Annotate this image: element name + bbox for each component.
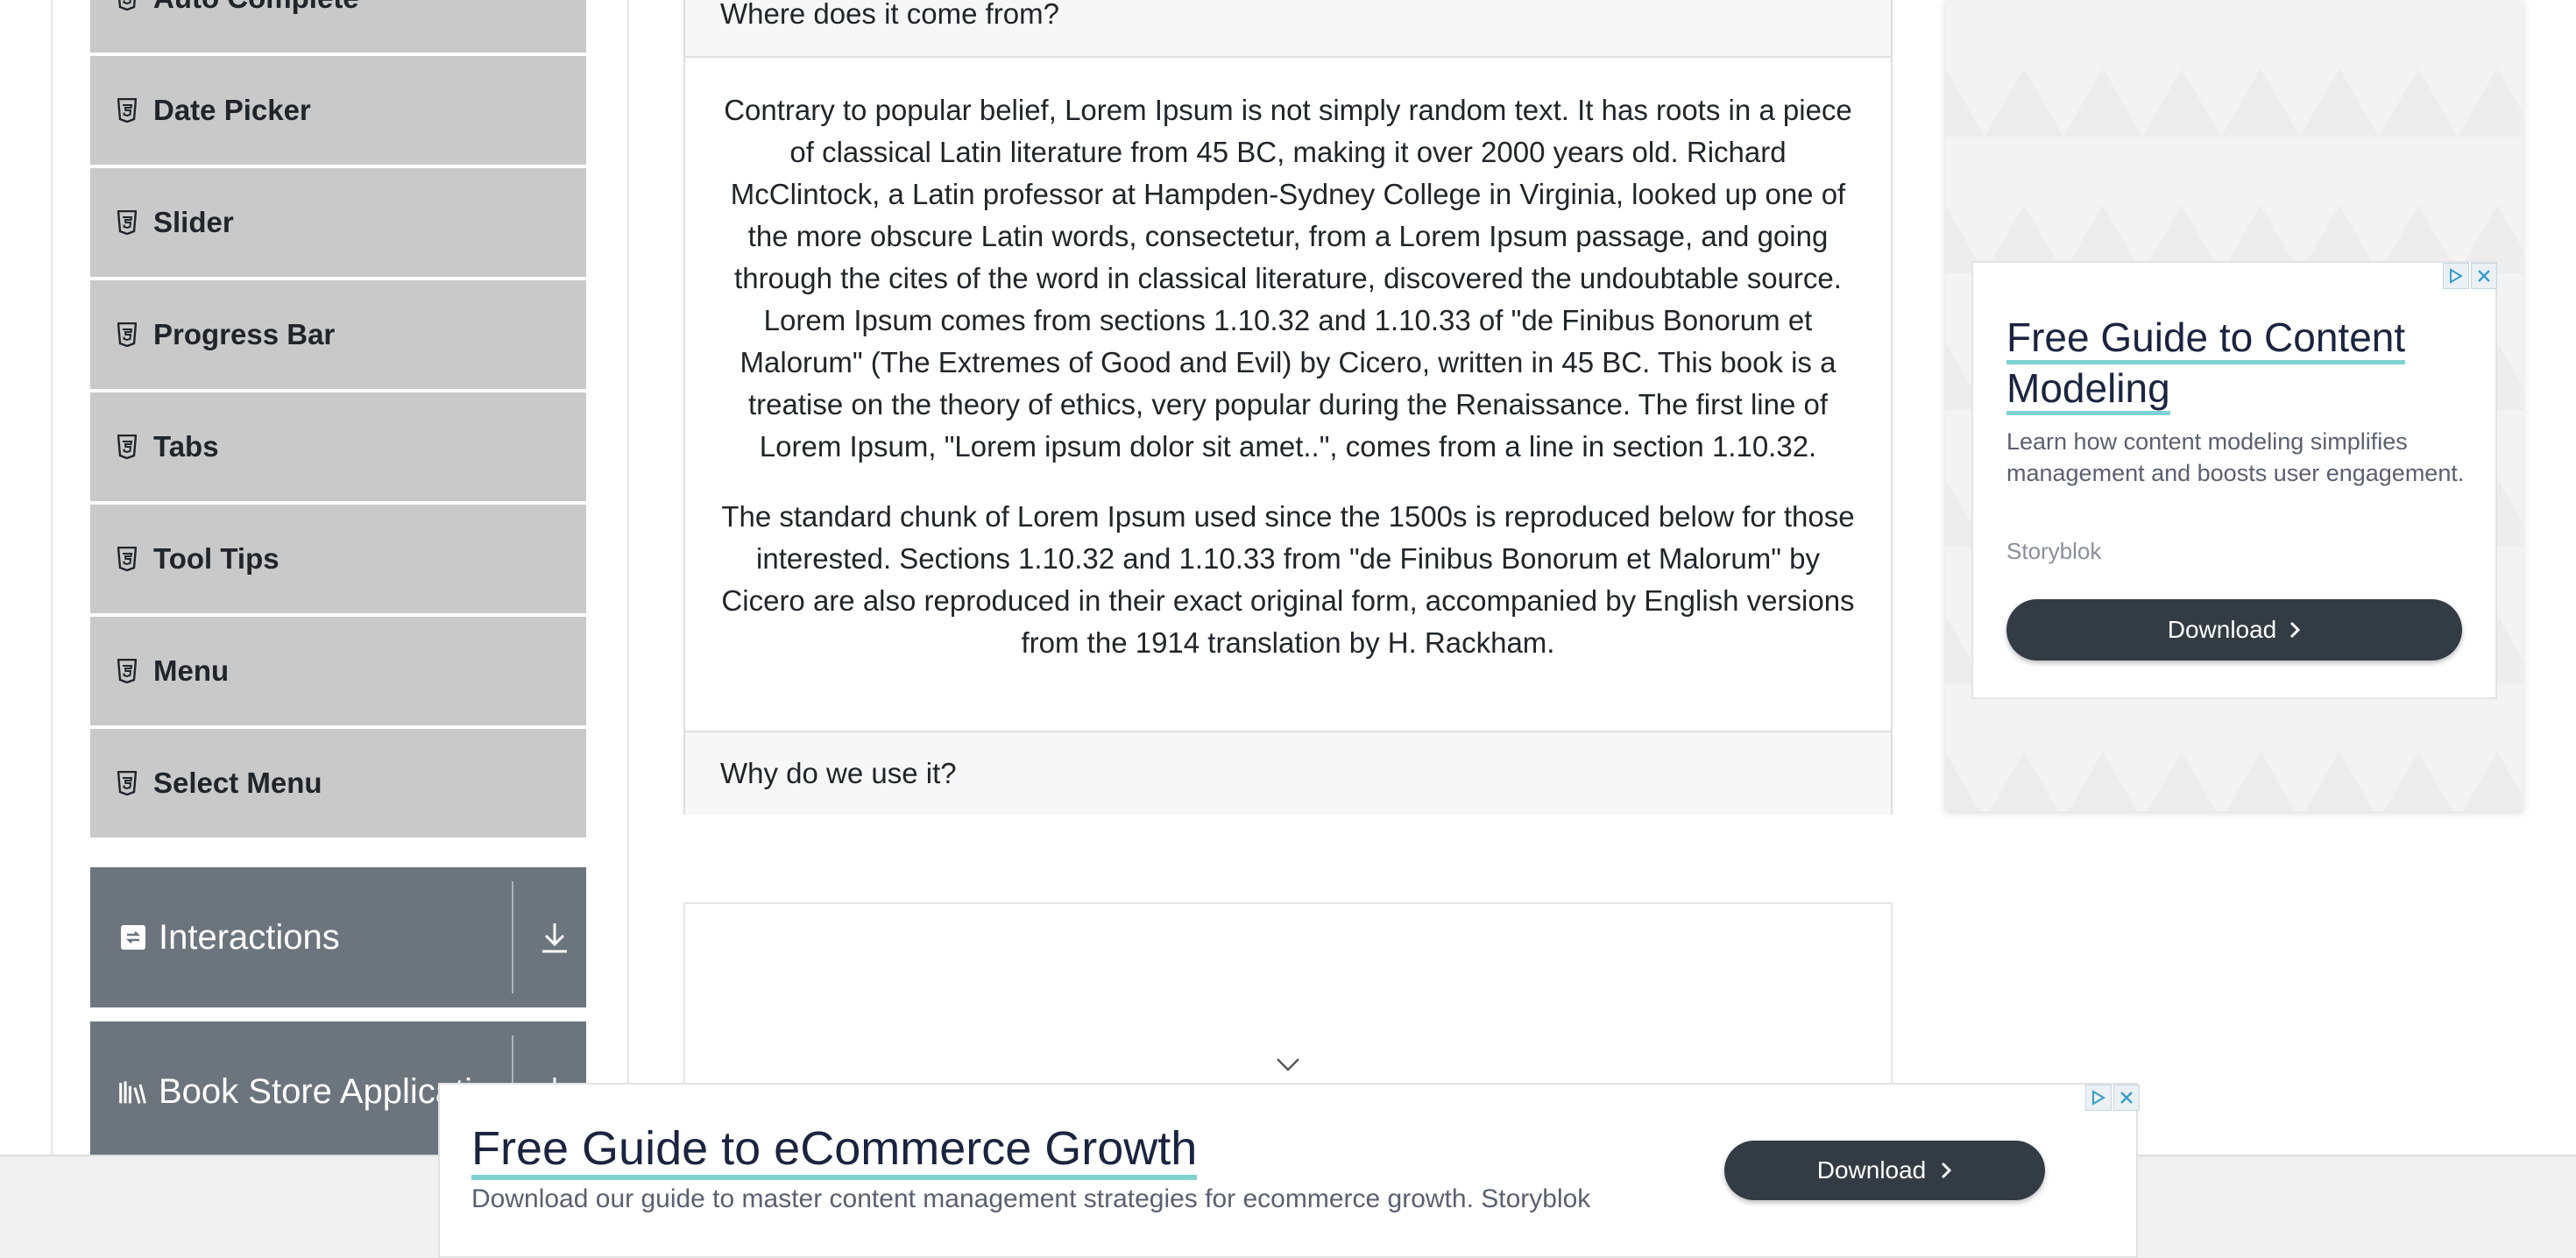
body-paragraph: The standard chunk of Lorem Ipsum used s…	[721, 500, 1855, 659]
html5-icon	[117, 770, 138, 796]
sidebar-item-label: Slider	[153, 206, 234, 238]
accordion-body: Contrary to popular belief, Lorem Ipsum …	[685, 58, 1891, 731]
html5-icon	[117, 97, 138, 124]
close-icon[interactable]	[2471, 263, 2497, 289]
sidebar-item-progress-bar[interactable]: Progress Bar	[90, 280, 586, 389]
sidebar-item-label: Select Menu	[153, 767, 322, 799]
ad-title[interactable]: Free Guide to Content Modeling	[2006, 312, 2462, 415]
group-separator	[512, 881, 513, 993]
sidebar-item-label: Date Picker	[153, 94, 311, 126]
adchoices-play-icon[interactable]	[2085, 1085, 2112, 1111]
html5-icon	[117, 434, 138, 460]
ad-download-button[interactable]: Download	[1724, 1141, 2045, 1200]
body-paragraph: Contrary to popular belief, Lorem Ipsum …	[724, 94, 1852, 463]
ad-right-card[interactable]: Free Guide to Content Modeling Learn how…	[1971, 261, 2497, 699]
adchoices[interactable]	[2441, 263, 2497, 289]
sidebar-item-label: Auto Complete	[153, 0, 359, 15]
interactions-icon	[118, 922, 148, 952]
ad-title[interactable]: Free Guide to eCommerce Growth	[471, 1121, 1198, 1180]
sidebar-item-slider[interactable]: Slider	[90, 168, 586, 277]
accordion: Where does it come from? Contrary to pop…	[683, 0, 1893, 815]
sidebar-item-label: Tool Tips	[153, 542, 280, 575]
books-icon	[118, 1077, 148, 1106]
accordion-header-why-use[interactable]: Why do we use it?	[685, 732, 1891, 815]
sidebar-item-select-menu[interactable]: Select Menu	[90, 729, 586, 837]
group-header-interactions[interactable]: Interactions	[90, 867, 586, 1007]
sidebar-right-border	[627, 0, 629, 1156]
chevron-down-icon[interactable]	[1276, 1057, 1300, 1072]
accordion-header-label: Where does it come from?	[720, 0, 1059, 30]
adchoices-play-icon[interactable]	[2443, 263, 2469, 289]
button-label: Download	[2167, 616, 2277, 643]
ad-brand: Storyblok	[2006, 538, 2102, 564]
button-label: Download	[1816, 1156, 1927, 1184]
sidebar-item-auto-complete[interactable]: Auto Complete	[90, 0, 586, 53]
sidebar-item-date-picker[interactable]: Date Picker	[90, 56, 586, 165]
sidebar-item-label: Tabs	[153, 430, 219, 463]
sidebar-item-tabs[interactable]: Tabs	[90, 392, 586, 501]
accordion-header-label: Why do we use it?	[720, 757, 957, 789]
ad-description: Download our guide to master content man…	[471, 1184, 1591, 1213]
ad-download-button[interactable]: Download	[2006, 599, 2462, 661]
ad-description: Learn how content modeling simplifies ma…	[2006, 428, 2465, 486]
html5-icon	[117, 322, 138, 348]
sidebar-item-label: Progress Bar	[153, 318, 336, 350]
chevron-right-icon	[2290, 621, 2301, 639]
sidebar-item-label: Menu	[153, 654, 230, 687]
sidebar-item-menu[interactable]: Menu	[90, 617, 586, 725]
html5-icon	[117, 209, 138, 236]
page: Auto Complete Date Picker Slider Progres…	[0, 0, 2576, 1258]
group-label: Interactions	[159, 917, 340, 957]
sidebar-item-tool-tips[interactable]: Tool Tips	[90, 505, 586, 613]
close-icon[interactable]	[2113, 1085, 2140, 1111]
html5-icon	[117, 546, 138, 572]
adchoices[interactable]	[2084, 1085, 2140, 1111]
html5-icon	[117, 658, 138, 684]
download-arrow-icon[interactable]	[537, 918, 572, 957]
accordion-header-where-from[interactable]: Where does it come from?	[685, 0, 1891, 56]
sidebar-left-border	[51, 0, 53, 1156]
chevron-right-icon	[1942, 1162, 1952, 1179]
ad-bottom-banner[interactable]: Free Guide to eCommerce Growth Download …	[438, 1083, 2140, 1258]
html5-icon	[117, 0, 138, 11]
